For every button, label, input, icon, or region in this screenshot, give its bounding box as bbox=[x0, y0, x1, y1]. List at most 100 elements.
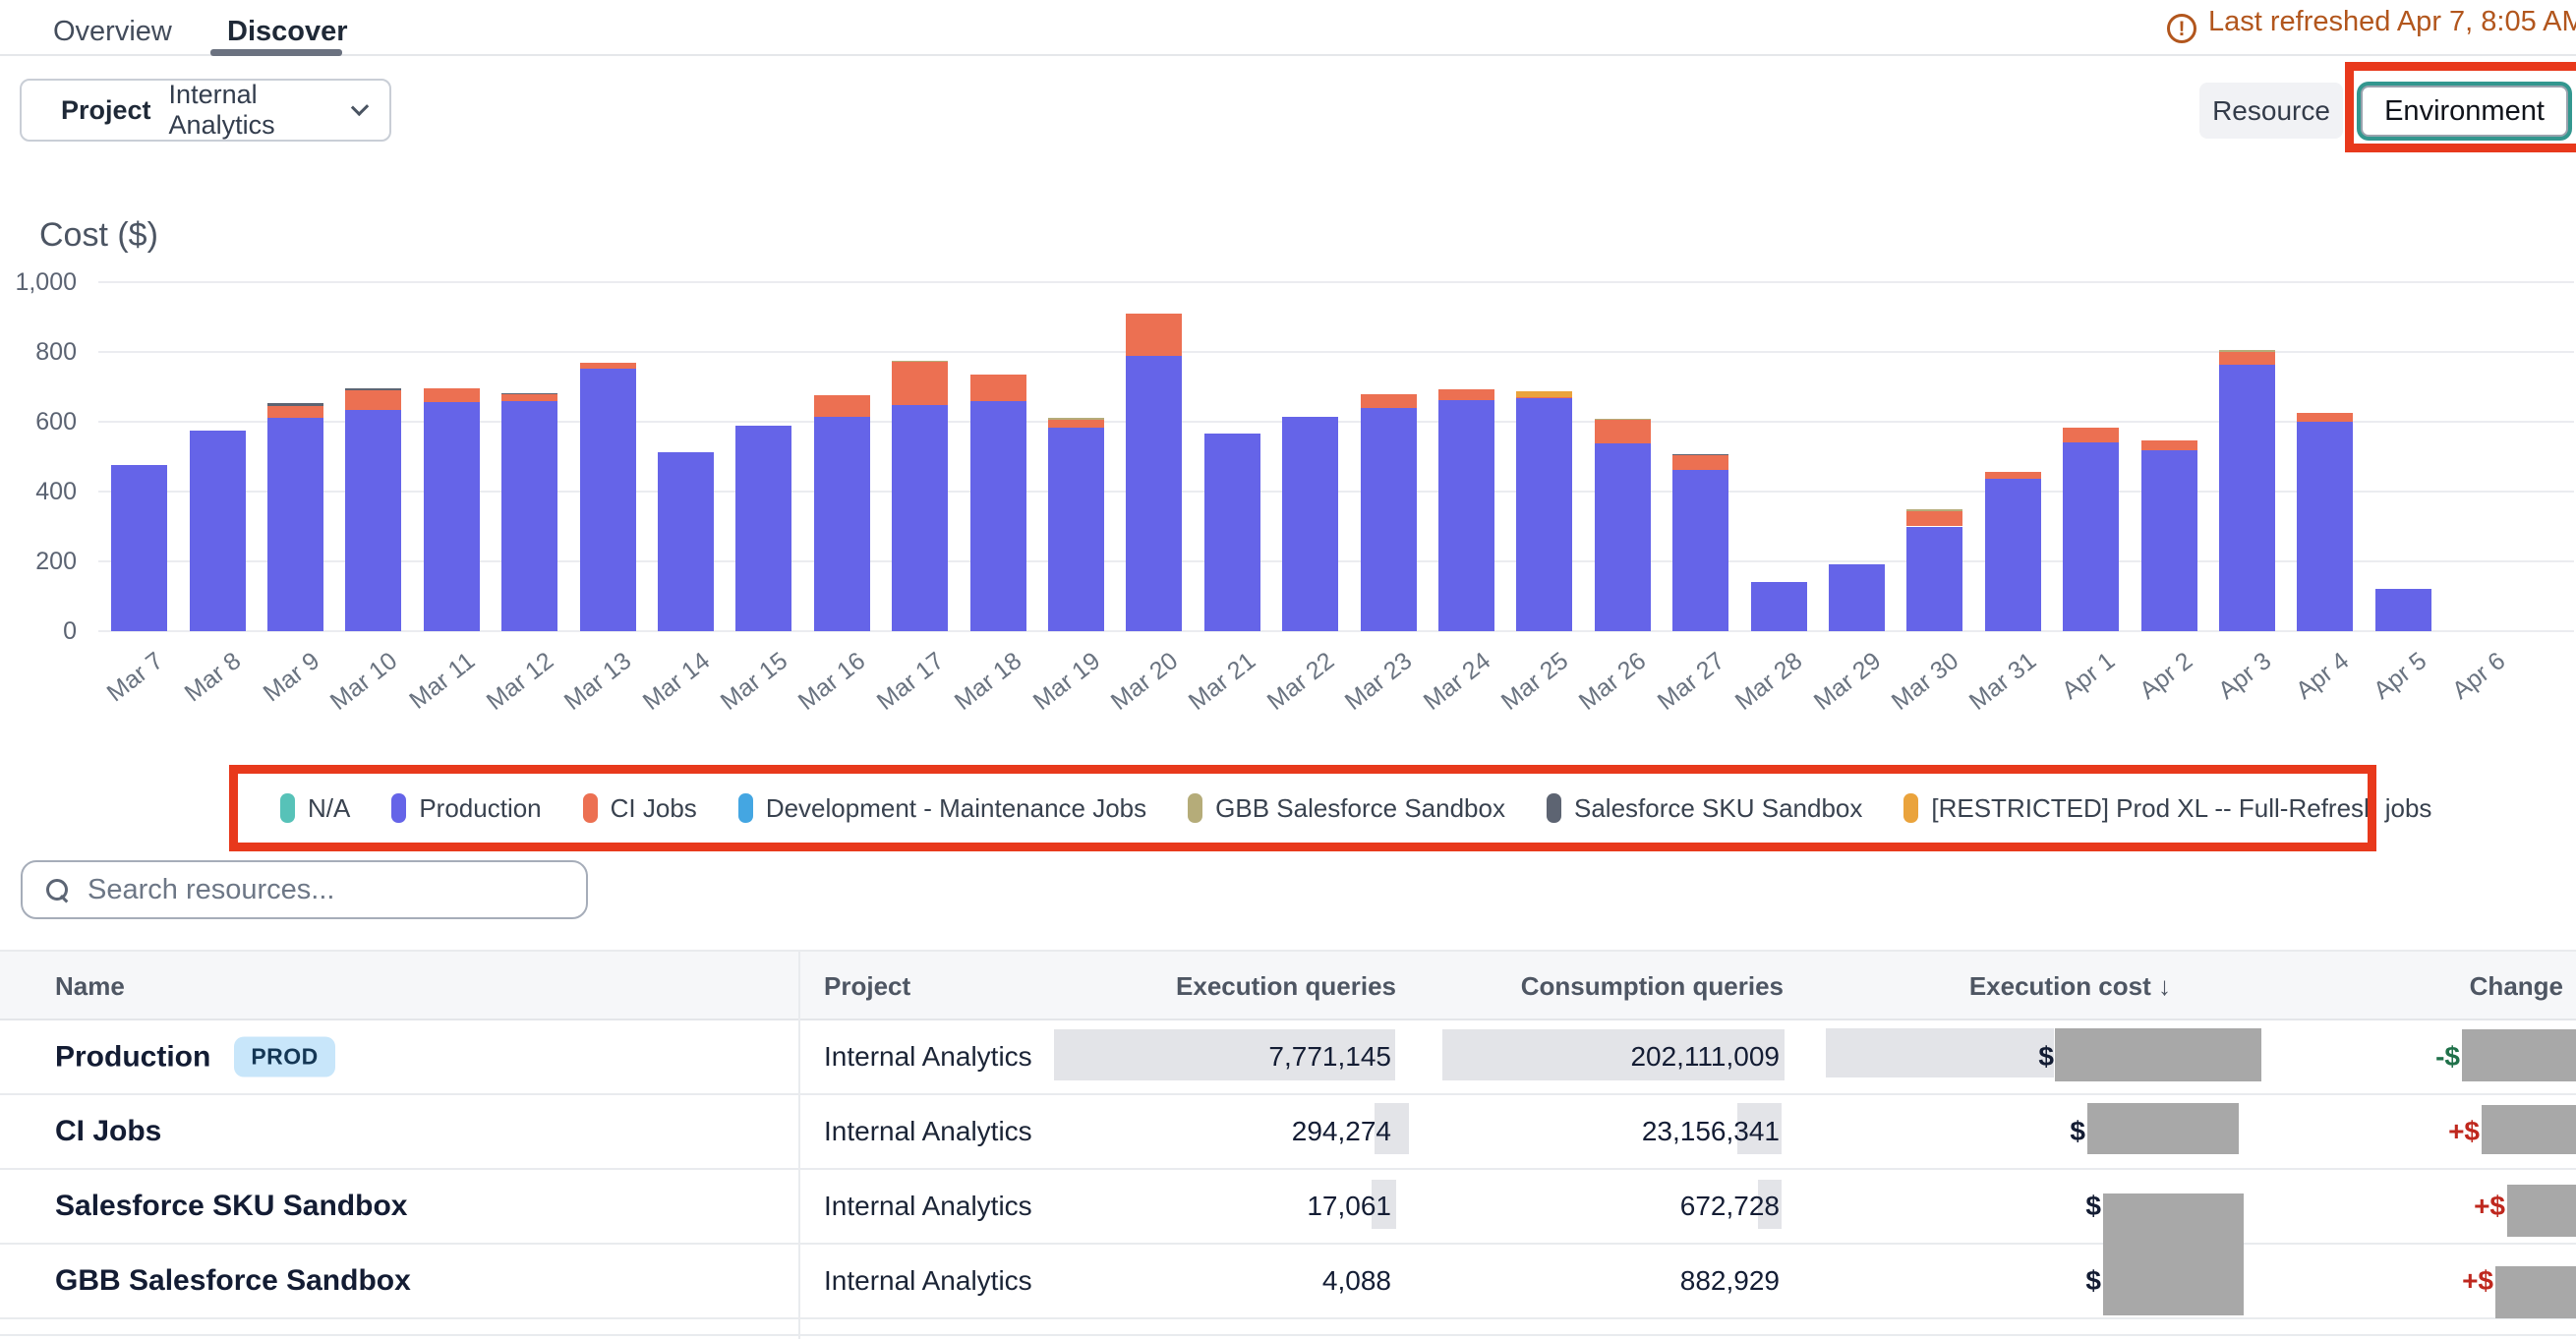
legend-item[interactable]: CI Jobs bbox=[583, 793, 697, 824]
column-header-execution-cost[interactable]: Execution cost ↓ bbox=[1969, 971, 2171, 1002]
bar-segment[interactable] bbox=[2375, 589, 2431, 631]
bar-segment[interactable] bbox=[892, 405, 948, 631]
bar-segment[interactable] bbox=[970, 375, 1026, 402]
bar-segment[interactable] bbox=[1048, 418, 1104, 420]
bar-segment[interactable] bbox=[1672, 455, 1728, 470]
bar-segment[interactable] bbox=[892, 362, 948, 405]
bar-segment[interactable] bbox=[1516, 397, 1572, 398]
project-filter-dropdown[interactable]: Project Internal Analytics bbox=[20, 79, 391, 142]
x-axis-tick-label: Mar 18 bbox=[950, 647, 1027, 717]
bar-segment[interactable] bbox=[1361, 408, 1417, 631]
bar-segment[interactable] bbox=[2141, 450, 2197, 631]
bar-segment[interactable] bbox=[424, 388, 480, 403]
bar-segment[interactable] bbox=[814, 395, 870, 416]
bar-segment[interactable] bbox=[1048, 428, 1104, 631]
bar-segment[interactable] bbox=[1048, 420, 1104, 429]
bar-segment[interactable] bbox=[1361, 394, 1417, 408]
bar-segment[interactable] bbox=[2219, 365, 2275, 631]
resource-name[interactable]: Salesforce SKU Sandbox bbox=[55, 1190, 407, 1223]
bar-segment[interactable] bbox=[190, 431, 246, 631]
bar-segment[interactable] bbox=[345, 390, 401, 410]
bar-segment[interactable] bbox=[501, 393, 557, 394]
bar-segment[interactable] bbox=[111, 465, 167, 631]
x-axis-tick-label: Mar 26 bbox=[1574, 647, 1652, 717]
bar-segment[interactable] bbox=[1985, 472, 2041, 479]
bar-segment[interactable] bbox=[267, 418, 323, 631]
bar-segment[interactable] bbox=[1906, 511, 1962, 527]
bar-segment[interactable] bbox=[2297, 422, 2353, 631]
bar-segment[interactable] bbox=[1829, 564, 1885, 631]
header-divider bbox=[0, 54, 2576, 56]
column-header-execution-queries[interactable]: Execution queries bbox=[1176, 971, 1396, 1002]
bar-segment[interactable] bbox=[501, 394, 557, 401]
bar-segment[interactable] bbox=[501, 401, 557, 631]
bar-segment[interactable] bbox=[2141, 440, 2197, 450]
bar-segment[interactable] bbox=[1126, 356, 1182, 631]
bar-segment[interactable] bbox=[1516, 398, 1572, 631]
bar-segment[interactable] bbox=[1595, 420, 1651, 444]
bar-segment[interactable] bbox=[658, 452, 714, 631]
tab-discover[interactable]: Discover bbox=[227, 16, 348, 48]
bar-segment[interactable] bbox=[1595, 443, 1651, 631]
group-by-resource-button[interactable]: Resource bbox=[2199, 83, 2343, 139]
bar-segment[interactable] bbox=[735, 426, 791, 631]
column-header-project[interactable]: Project bbox=[824, 971, 910, 1002]
bar-segment[interactable] bbox=[267, 403, 323, 406]
bar-segment[interactable] bbox=[424, 402, 480, 631]
x-axis-tick-label: Mar 27 bbox=[1652, 647, 1729, 717]
resource-name[interactable]: GBB Salesforce Sandbox bbox=[55, 1264, 411, 1298]
tab-overview[interactable]: Overview bbox=[53, 16, 172, 48]
bar-segment[interactable] bbox=[267, 406, 323, 418]
redaction-box-change bbox=[2462, 1029, 2576, 1081]
column-header-name[interactable]: Name bbox=[55, 971, 125, 1002]
legend-item[interactable]: Salesforce SKU Sandbox bbox=[1547, 793, 1862, 824]
bar-segment[interactable] bbox=[1438, 389, 1494, 400]
bar-segment[interactable] bbox=[1751, 582, 1807, 631]
column-header-change[interactable]: Change bbox=[2470, 971, 2563, 1002]
x-axis-tick-label: Mar 25 bbox=[1496, 647, 1574, 717]
bar-segment[interactable] bbox=[1204, 434, 1260, 631]
consumption-queries-cell: 23,156,341 bbox=[1642, 1116, 1780, 1147]
bar-segment[interactable] bbox=[580, 369, 636, 631]
legend-item[interactable]: Production bbox=[391, 793, 541, 824]
bar-segment[interactable] bbox=[1595, 419, 1651, 420]
bar-segment[interactable] bbox=[345, 388, 401, 390]
x-axis-tick-label: Mar 14 bbox=[637, 647, 715, 717]
legend-item[interactable]: N/A bbox=[280, 793, 350, 824]
bar-segment[interactable] bbox=[1906, 527, 1962, 632]
legend-label: Production bbox=[419, 793, 541, 824]
legend-label: GBB Salesforce Sandbox bbox=[1215, 793, 1505, 824]
bar-segment[interactable] bbox=[1906, 509, 1962, 510]
bar-segment[interactable] bbox=[814, 417, 870, 631]
bar-segment[interactable] bbox=[892, 361, 948, 362]
resource-name[interactable]: ProductionPROD bbox=[55, 1037, 335, 1077]
bar-segment[interactable] bbox=[1126, 314, 1182, 356]
bar-segment[interactable] bbox=[345, 410, 401, 631]
bar-segment[interactable] bbox=[2219, 352, 2275, 365]
bar-segment[interactable] bbox=[1516, 391, 1572, 397]
bar-segment[interactable] bbox=[1282, 417, 1338, 631]
bar-segment[interactable] bbox=[1985, 479, 2041, 631]
search-input[interactable] bbox=[88, 874, 562, 906]
sort-desc-icon[interactable]: ↓ bbox=[2158, 971, 2171, 1001]
bar-segment[interactable] bbox=[2297, 413, 2353, 422]
bar-segment[interactable] bbox=[1672, 454, 1728, 455]
execution-queries-cell: 17,061 bbox=[1307, 1191, 1391, 1222]
group-by-environment-button[interactable]: Environment bbox=[2361, 86, 2568, 137]
resource-name[interactable]: CI Jobs bbox=[55, 1115, 161, 1148]
legend-item[interactable]: [RESTRICTED] Prod XL -- Full-Refresh job… bbox=[1903, 793, 2431, 824]
column-header-consumption-queries[interactable]: Consumption queries bbox=[1521, 971, 1784, 1002]
legend-item[interactable]: GBB Salesforce Sandbox bbox=[1188, 793, 1505, 824]
bar-segment[interactable] bbox=[580, 363, 636, 369]
y-axis-tick-label: 0 bbox=[12, 615, 77, 647]
bar-segment[interactable] bbox=[970, 401, 1026, 631]
bar-segment[interactable] bbox=[2219, 350, 2275, 351]
bar-segment[interactable] bbox=[2063, 428, 2119, 442]
redaction-box-execution-cost bbox=[2055, 1028, 2261, 1081]
bar-segment[interactable] bbox=[1672, 470, 1728, 631]
x-axis-tick-label: Mar 21 bbox=[1184, 647, 1261, 717]
change-cell: +$ bbox=[2474, 1191, 2505, 1222]
bar-segment[interactable] bbox=[1438, 400, 1494, 631]
legend-item[interactable]: Development - Maintenance Jobs bbox=[738, 793, 1146, 824]
bar-segment[interactable] bbox=[2063, 442, 2119, 631]
